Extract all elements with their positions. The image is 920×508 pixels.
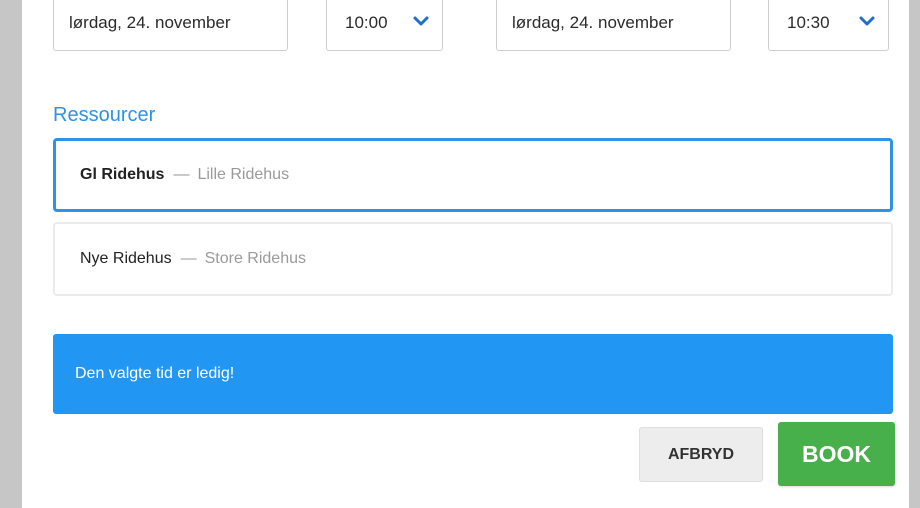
end-time-value: 10:30 [787, 13, 830, 32]
resource-subtitle: Lille Ridehus [197, 166, 290, 183]
resource-name: Nye Ridehus [80, 250, 172, 267]
resource-item-nye-ridehus[interactable]: Nye Ridehus — Store Ridehus [53, 222, 893, 296]
resource-subtitle: Store Ridehus [204, 250, 306, 267]
start-date-value: lørdag, 24. november [69, 13, 231, 32]
chevron-down-icon [859, 16, 875, 26]
availability-message: Den valgte tid er ledig! [75, 365, 235, 382]
resource-name: Gl Ridehus [80, 166, 165, 183]
resource-item-gl-ridehus[interactable]: Gl Ridehus — Lille Ridehus [53, 138, 893, 212]
cancel-button[interactable]: AFBRYD [639, 427, 763, 482]
end-date-value: lørdag, 24. november [512, 13, 674, 32]
book-button[interactable]: BOOK [778, 422, 895, 486]
start-time-value: 10:00 [345, 13, 388, 32]
start-date-field[interactable]: lørdag, 24. november [53, 0, 288, 51]
resource-separator: — [173, 166, 190, 183]
resource-separator: — [180, 250, 197, 267]
end-time-select[interactable]: 10:30 [768, 0, 889, 51]
end-date-field[interactable]: lørdag, 24. november [496, 0, 731, 51]
start-time-select[interactable]: 10:00 [326, 0, 443, 51]
availability-banner: Den valgte tid er ledig! [53, 334, 893, 414]
resources-heading: Ressourcer [53, 104, 156, 126]
chevron-down-icon [413, 16, 429, 26]
